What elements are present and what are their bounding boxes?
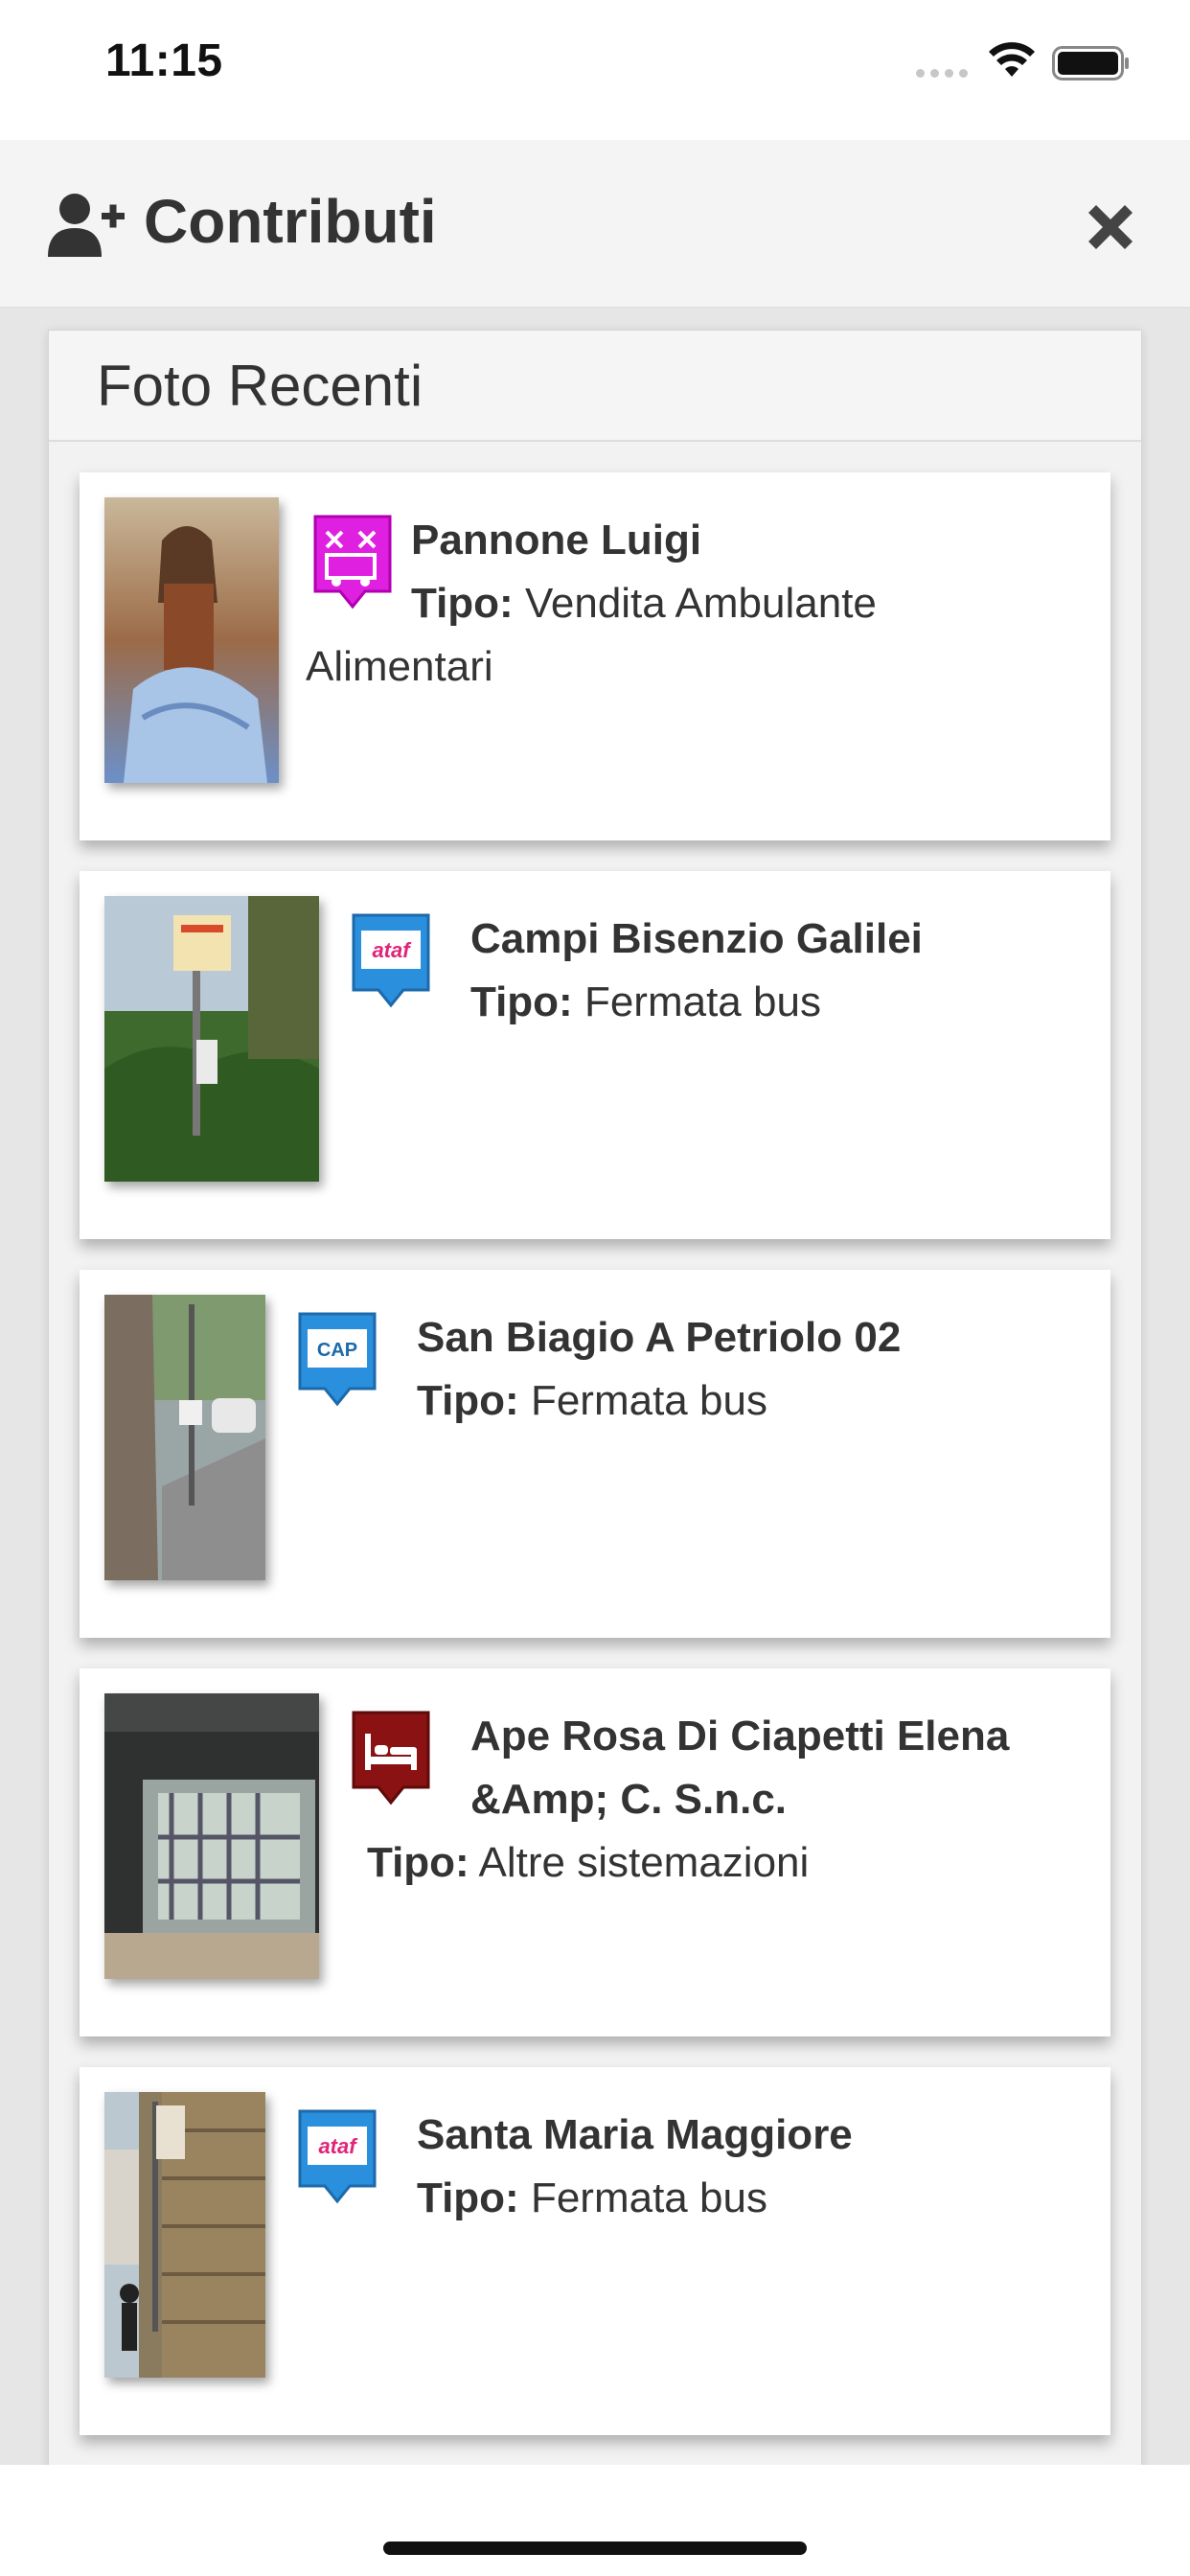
contribution-type: Tipo: Fermata bus — [470, 971, 1072, 1034]
contribution-card[interactable]: Pannone Luigi Tipo: Vendita Ambulante Al… — [80, 472, 1110, 840]
cellular-signal-icon — [916, 69, 968, 78]
contribution-type: Tipo: Vendita Ambulante Alimentari — [306, 572, 1072, 699]
photo-thumbnail[interactable] — [104, 1295, 265, 1580]
svg-text:ataf: ataf — [318, 2134, 358, 2158]
bottom-bar — [0, 2465, 1190, 2576]
tipo-label: Tipo: — [411, 580, 514, 627]
card-text: Santa Maria Maggiore Tipo: Fermata bus — [417, 2104, 1072, 2230]
status-time: 11:15 — [105, 35, 223, 86]
tipo-label: Tipo: — [417, 1377, 519, 1424]
tipo-value: Fermata bus — [530, 1377, 767, 1424]
contribution-type: Tipo: Fermata bus — [417, 1369, 1072, 1433]
photo-thumbnail[interactable] — [104, 2092, 265, 2378]
page-title: Contributi — [144, 187, 437, 256]
contribution-type: Tipo: Fermata bus — [417, 2167, 1072, 2230]
svg-text:CAP: CAP — [317, 1340, 357, 1361]
contribution-card[interactable]: CAP San Biagio A Petriolo 02 Tipo: Ferma… — [80, 1270, 1110, 1638]
contribution-name: Pannone Luigi — [411, 517, 702, 564]
cap-bus-icon: CAP — [298, 1312, 377, 1407]
svg-text:ataf: ataf — [372, 938, 412, 962]
tipo-label: Tipo: — [367, 1839, 469, 1886]
tipo-label: Tipo: — [470, 978, 573, 1025]
app-header: Contributi — [0, 140, 1190, 309]
contribution-name: Ape Rosa Di Ciapetti Elena &Amp; C. S.n.… — [470, 1713, 1010, 1823]
card-text: Campi Bisenzio Galilei Tipo: Fermata bus — [470, 908, 1072, 1034]
panel-header: Foto Recenti — [49, 331, 1141, 442]
wifi-icon — [989, 42, 1035, 77]
contribution-name: Campi Bisenzio Galilei — [470, 915, 923, 962]
contribution-name: San Biagio A Petriolo 02 — [417, 1314, 902, 1361]
contribution-card[interactable]: ataf Santa Maria Maggiore Tipo: Fermata … — [80, 2067, 1110, 2435]
battery-icon — [1052, 46, 1129, 80]
contribution-type: Tipo: Altre sistemazioni — [367, 1831, 1072, 1895]
status-bar: 11:15 — [0, 0, 1190, 140]
tipo-label: Tipo: — [417, 2174, 519, 2221]
ataf-bus-icon: ataf — [298, 2109, 377, 2204]
photo-thumbnail[interactable] — [104, 896, 319, 1182]
card-text: Ape Rosa Di Ciapetti Elena &Amp; C. S.n.… — [367, 1705, 1072, 1895]
recent-photos-panel: Foto Recenti Pannone Luigi Tipo: Vendita… — [48, 330, 1142, 2465]
home-indicator[interactable] — [383, 2542, 807, 2555]
contribution-card[interactable]: ataf Campi Bisenzio Galilei Tipo: Fermat… — [80, 871, 1110, 1239]
panel-title: Foto Recenti — [97, 353, 423, 418]
contribution-card[interactable]: Ape Rosa Di Ciapetti Elena &Amp; C. S.n.… — [80, 1668, 1110, 2036]
tipo-value: Fermata bus — [584, 978, 821, 1025]
card-text: Pannone Luigi Tipo: Vendita Ambulante Al… — [306, 509, 1072, 699]
close-button[interactable] — [1079, 196, 1142, 259]
card-text: San Biagio A Petriolo 02 Tipo: Fermata b… — [417, 1306, 1072, 1433]
photo-thumbnail[interactable] — [104, 497, 279, 783]
contribution-name: Santa Maria Maggiore — [417, 2111, 853, 2158]
tipo-value: Altre sistemazioni — [478, 1839, 810, 1886]
ataf-bus-icon: ataf — [352, 913, 430, 1008]
photo-thumbnail[interactable] — [104, 1693, 319, 1979]
content-area[interactable]: Foto Recenti Pannone Luigi Tipo: Vendita… — [0, 309, 1190, 2465]
tipo-value: Fermata bus — [530, 2174, 767, 2221]
close-icon — [1088, 205, 1133, 249]
user-plus-icon — [48, 194, 125, 257]
